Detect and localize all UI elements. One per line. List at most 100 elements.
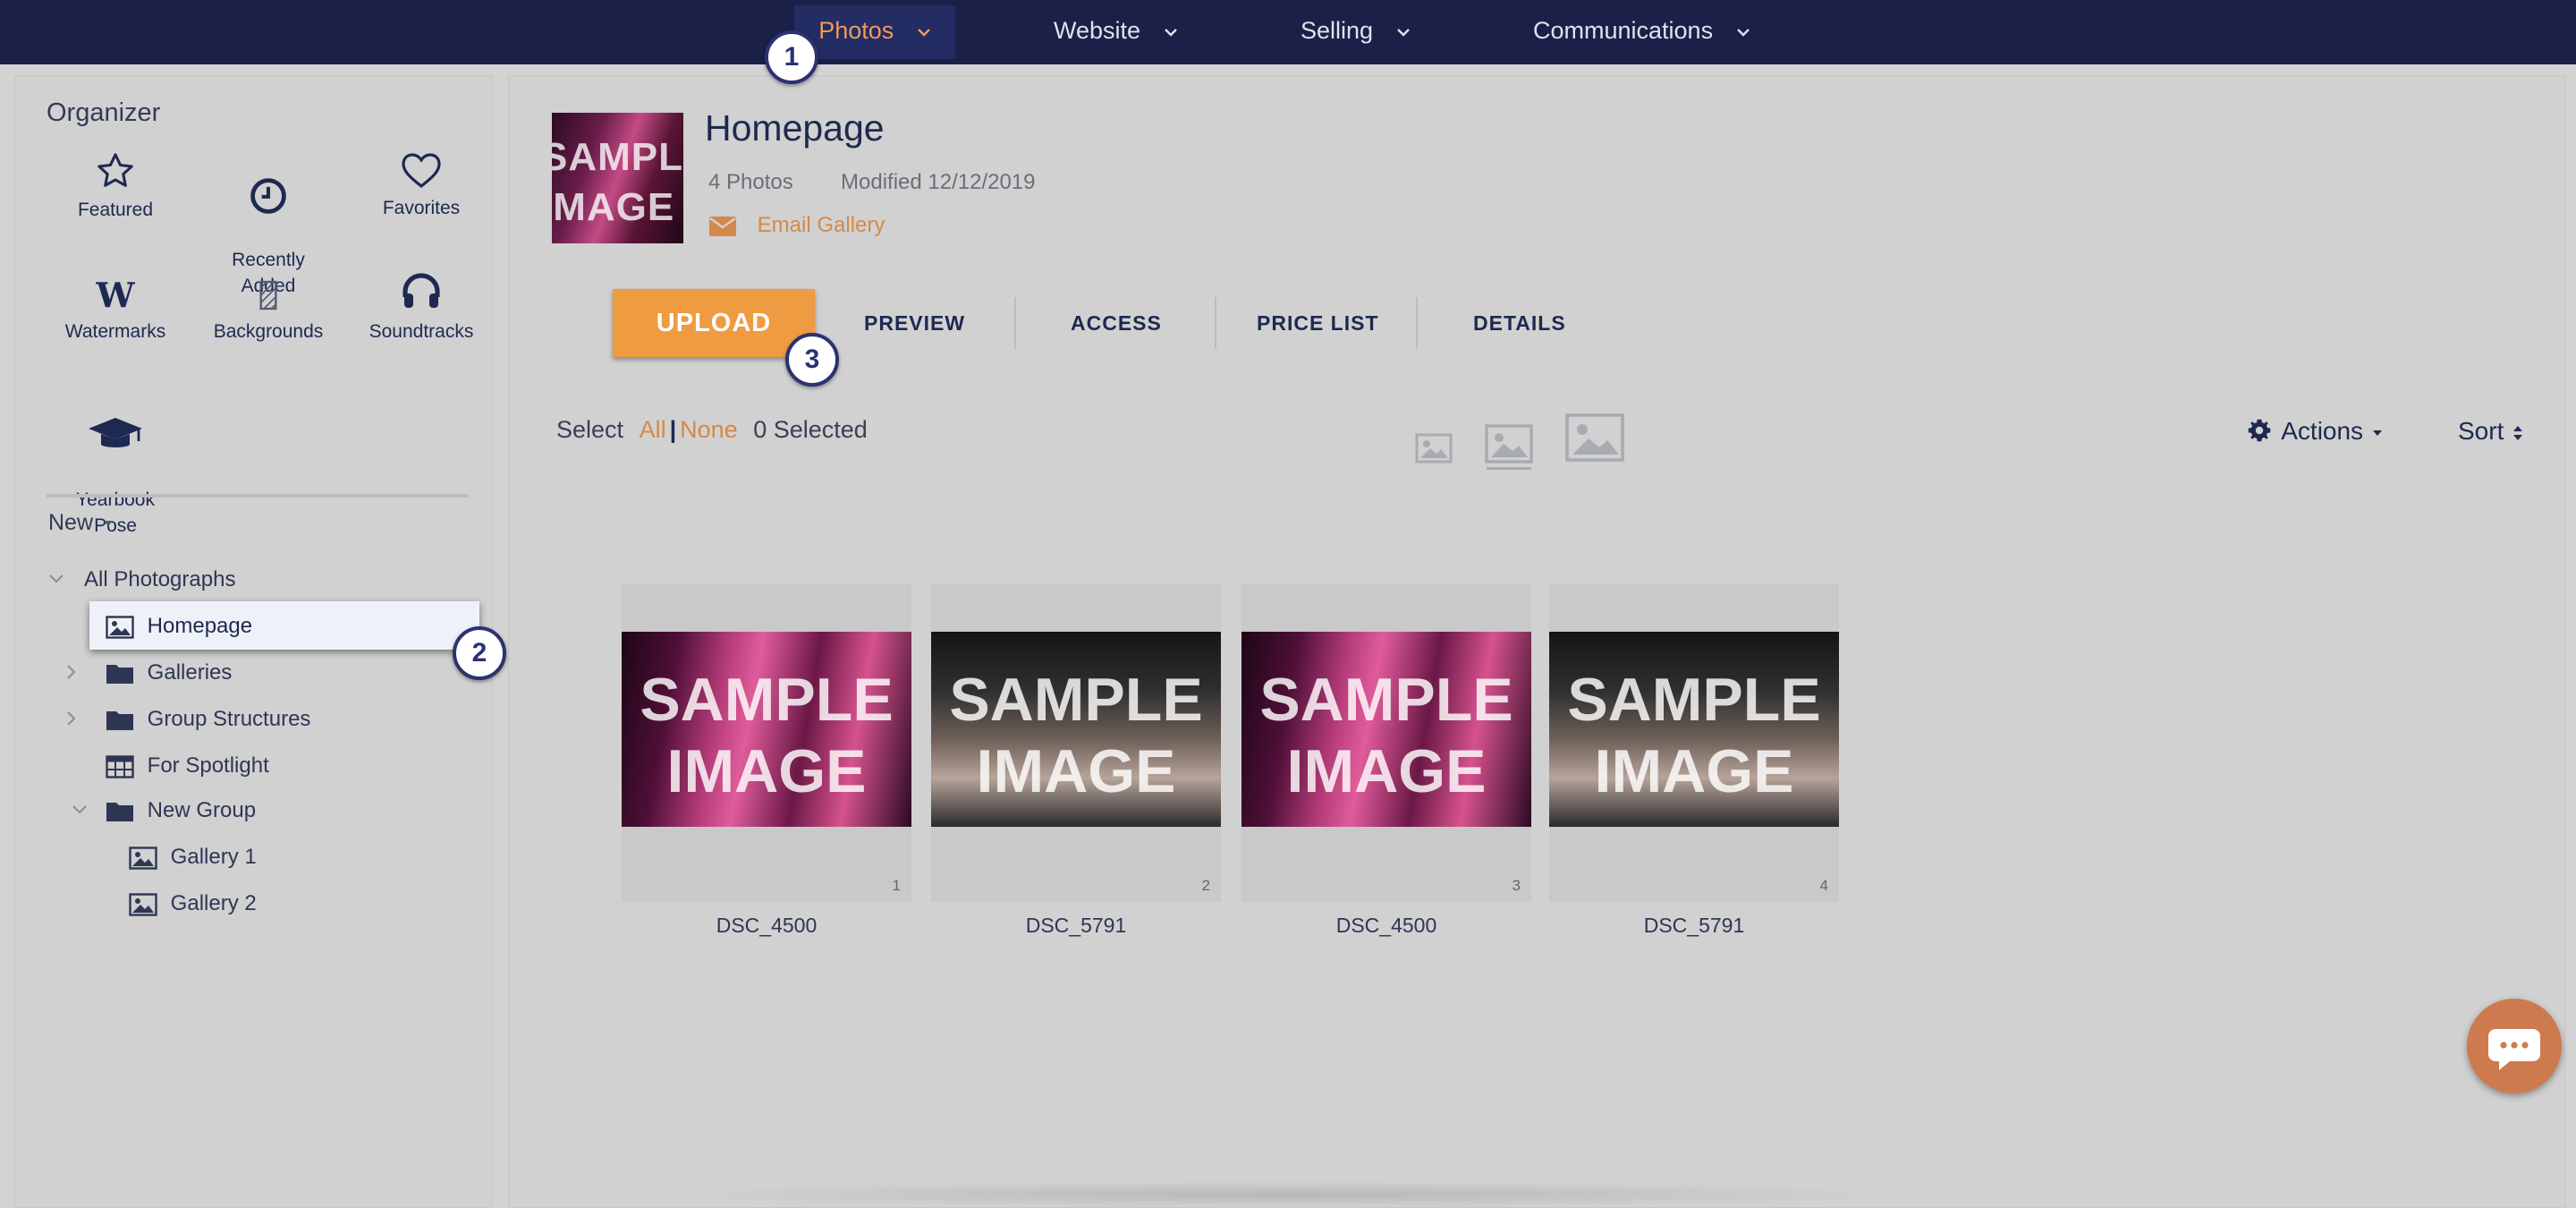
tree-gallery-1[interactable]: Gallery 1	[129, 839, 257, 875]
select-all-link[interactable]: All	[640, 416, 666, 443]
chevron-down-icon	[1164, 29, 1177, 37]
new-dropdown-button[interactable]: New	[48, 510, 114, 536]
thumbnail-medium-icon[interactable]	[1485, 424, 1533, 471]
heart-icon	[402, 153, 441, 189]
organizer-favorites-label: Favorites	[382, 198, 461, 218]
nav-selling[interactable]: Selling	[1301, 0, 1411, 64]
step-badge-1: 1	[765, 30, 818, 84]
chat-button[interactable]	[2467, 999, 2562, 1093]
email-gallery-link[interactable]: Email Gallery	[708, 213, 885, 238]
photo-thumbnail: SAMPLE IMAGE	[931, 632, 1221, 827]
thumbnail-large-icon[interactable]	[1565, 413, 1624, 462]
photo-tile[interactable]: SAMPLE IMAGE 2	[931, 583, 1221, 902]
tab-preview[interactable]: PREVIEW	[864, 311, 965, 336]
tree-homepage-label: Homepage	[147, 614, 253, 638]
photo-index: 2	[1201, 877, 1210, 894]
tree-gallery-1-label: Gallery 1	[170, 845, 257, 869]
svg-text:W: W	[95, 277, 135, 313]
organizer-favorites[interactable]: Favorites	[345, 150, 497, 221]
tree-group-structures[interactable]: Group Structures	[106, 702, 310, 737]
watermark-icon: W	[95, 277, 135, 313]
organizer-divider	[47, 494, 469, 498]
folder-icon	[106, 710, 133, 730]
photo-tile[interactable]: SAMPLE IMAGE 3	[1241, 583, 1531, 902]
photo-thumbnail: SAMPLE IMAGE	[622, 632, 911, 827]
organizer-watermarks[interactable]: W Watermarks	[39, 277, 191, 345]
organizer-backgrounds[interactable]: Backgrounds	[192, 277, 344, 345]
photo-watermark: SAMPLE IMAGE	[1567, 666, 1821, 805]
photo-caption: DSC_4500	[716, 914, 818, 937]
photo-thumbnail: SAMPLE IMAGE	[1549, 632, 1839, 827]
chevron-right-icon[interactable]	[66, 664, 77, 680]
organizer-title: Organizer	[47, 98, 161, 127]
cover-watermark: SAMPLE IMAGE	[552, 135, 683, 229]
tree-all-photographs[interactable]: All Photographs	[84, 562, 235, 598]
organizer-soundtracks[interactable]: Soundtracks	[345, 270, 497, 345]
tab-details[interactable]: DETAILS	[1473, 311, 1566, 336]
top-navigation-bar: Photos Website Selling Communications	[0, 0, 2576, 64]
chevron-right-icon[interactable]	[66, 710, 77, 727]
tree-all-photographs-label: All Photographs	[84, 567, 236, 591]
tree-gallery-2[interactable]: Gallery 2	[129, 886, 257, 922]
tab-access[interactable]: ACCESS	[1071, 311, 1162, 336]
thumbnail-small-icon[interactable]	[1415, 433, 1453, 464]
select-none-link[interactable]: None	[680, 416, 738, 443]
tree-for-spotlight[interactable]: For Spotlight	[106, 748, 269, 784]
tree-gallery-2-label: Gallery 2	[170, 891, 257, 915]
gallery-icon	[106, 615, 134, 639]
sort-label: Sort	[2458, 417, 2504, 445]
folder-icon	[106, 664, 133, 684]
nav-communications[interactable]: Communications	[1533, 0, 1750, 64]
select-separator: |	[669, 416, 677, 443]
tree-galleries[interactable]: Galleries	[106, 655, 232, 691]
chevron-down-icon[interactable]	[72, 804, 88, 815]
step-badge-1-number: 1	[784, 42, 800, 72]
tree-group-structures-label: Group Structures	[147, 707, 311, 731]
chevron-down-icon[interactable]	[48, 574, 64, 584]
envelope-icon	[709, 216, 736, 236]
sort-dropdown[interactable]: Sort	[2458, 417, 2523, 446]
chevron-down-icon	[1396, 29, 1410, 37]
chevron-down-icon	[1736, 29, 1750, 37]
background-icon	[259, 280, 277, 311]
organizer-backgrounds-label: Backgrounds	[213, 321, 324, 342]
select-label: Select	[556, 416, 624, 443]
table-icon	[106, 754, 134, 778]
gallery-icon	[129, 846, 157, 870]
photo-index: 4	[1819, 877, 1828, 894]
photo-caption: DSC_4500	[1335, 914, 1437, 937]
nav-photos-label: Photos	[818, 17, 894, 44]
gallery-modified-date: Modified 12/12/2019	[841, 170, 1036, 194]
nav-selling-label: Selling	[1301, 17, 1374, 44]
tab-separator	[1014, 297, 1016, 349]
photo-watermark: SAMPLE IMAGE	[1259, 666, 1513, 805]
tree-homepage[interactable]: Homepage	[106, 608, 252, 644]
tree-new-group[interactable]: New Group	[106, 793, 256, 829]
organizer-soundtracks-label: Soundtracks	[369, 321, 474, 342]
nav-website-label: Website	[1054, 17, 1141, 44]
gallery-title: Homepage	[705, 107, 885, 149]
headphones-icon	[402, 273, 440, 308]
actions-label: Actions	[2281, 417, 2364, 445]
tree-for-spotlight-label: For Spotlight	[147, 753, 269, 778]
gallery-photo-count: 4 Photos	[708, 170, 793, 194]
tree-galleries-label: Galleries	[147, 660, 233, 685]
chevron-down-icon	[917, 29, 930, 37]
tab-price-list[interactable]: PRICE LIST	[1257, 311, 1379, 336]
photo-tile[interactable]: SAMPLE IMAGE 4	[1549, 583, 1839, 902]
actions-dropdown[interactable]: Actions	[2247, 417, 2383, 446]
nav-website[interactable]: Website	[1054, 0, 1178, 64]
organizer-featured-label: Featured	[77, 200, 154, 220]
nav-photos[interactable]: Photos	[794, 5, 955, 59]
folder-icon	[106, 802, 133, 821]
step-badge-2: 2	[453, 626, 506, 680]
photo-caption: DSC_5791	[1025, 914, 1127, 937]
star-icon	[97, 153, 133, 187]
gallery-cover-image: SAMPLE IMAGE	[552, 113, 683, 243]
caret-down-icon	[103, 521, 113, 527]
step-badge-3: 3	[785, 333, 839, 387]
upload-button[interactable]: UPLOAD	[613, 289, 815, 357]
new-label: New	[48, 510, 94, 535]
photo-tile[interactable]: SAMPLE IMAGE 1	[622, 583, 911, 902]
organizer-featured[interactable]: Featured	[39, 150, 191, 223]
